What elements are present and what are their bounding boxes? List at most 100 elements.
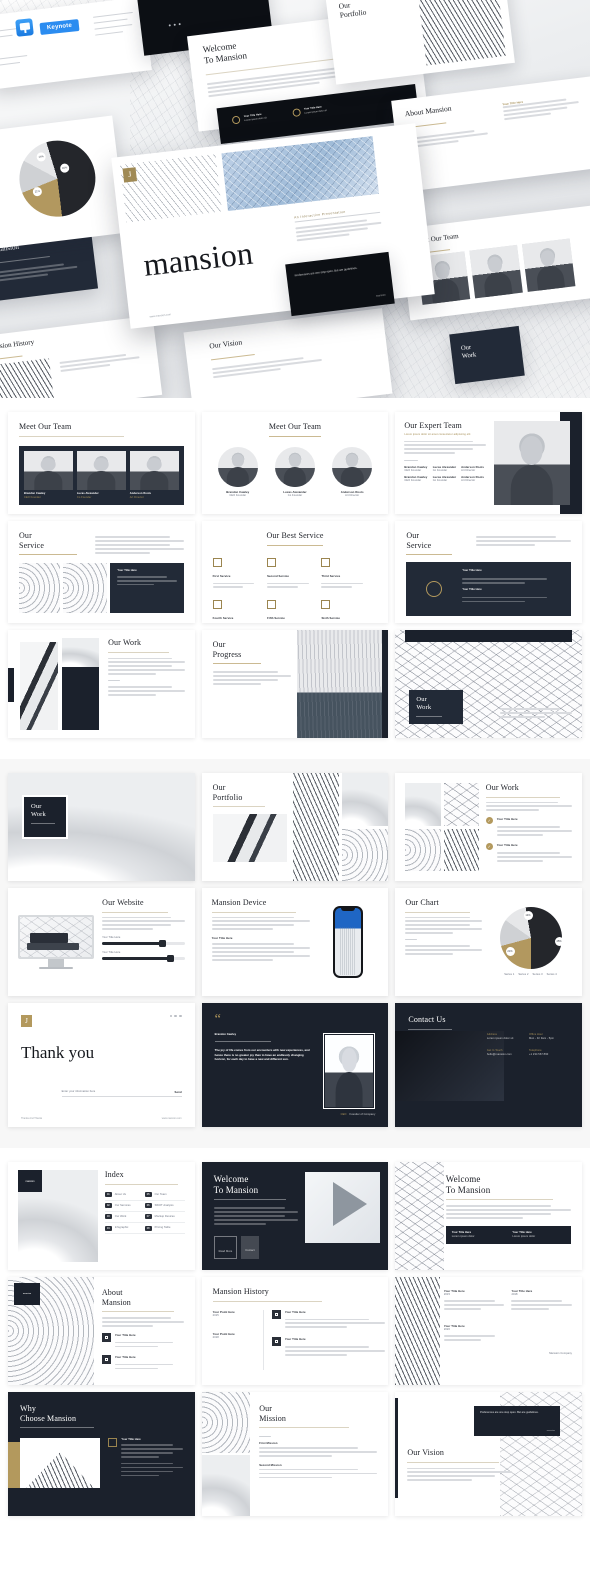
slide-our-best-service[interactable]: Our Best Service First Service Second Se… <box>201 521 389 623</box>
index-label[interactable]: Our Team <box>155 1193 167 1197</box>
section-index-about-vision: mansion Index 01 About Us 05 Our Team 02 Ou… <box>0 1148 590 1537</box>
download-icon <box>159 940 167 948</box>
slide-title: Our Vision <box>407 1448 444 1457</box>
slide-why-choose-mansion[interactable]: Why Choose Mansion Your Title Here <box>8 1392 195 1516</box>
slide-quote[interactable]: “ Brandon Cawley The joy of life comes f… <box>201 1003 389 1127</box>
button-label[interactable]: Read More <box>219 1250 233 1253</box>
slide-title: Our Work <box>485 783 519 792</box>
row-service: Our Service Your Title Here Our Best Ser… <box>8 521 583 623</box>
slide-meet-our-team-dark[interactable]: Meet Our Team Brandon Cawley CEO Founder… <box>8 412 195 514</box>
slide-title-line2: Service <box>406 540 432 550</box>
service-label: First Service <box>212 573 231 578</box>
house-icon <box>212 600 222 610</box>
slide-our-chart[interactable]: Our Chart 45% 21% 14% Series 1 Series 2 … <box>395 888 583 996</box>
index-label[interactable]: Pricing Table <box>155 1226 171 1230</box>
hero-work-l2: Work <box>461 351 477 361</box>
slide-title-line1: Our <box>406 531 420 540</box>
slide-title: Index <box>104 1170 124 1179</box>
service-label: Third Service <box>321 573 341 578</box>
send-button[interactable]: Send <box>175 1090 182 1094</box>
slide-our-work-checklist[interactable]: Our Work ✓ Your Title Here ✓ Your Title … <box>395 773 583 881</box>
entry-sub: 2015 <box>443 1293 450 1296</box>
slide-index[interactable]: mansion Index 01 About Us 05 Our Team 02 Ou… <box>8 1162 195 1270</box>
slide-our-mission[interactable]: Our Mission First Mission Second Mission <box>201 1392 389 1516</box>
hero-slide-our-work: Our Work <box>449 325 525 385</box>
hero-card-brand: mansion <box>375 293 386 298</box>
slide-title-line1: Our <box>31 803 42 810</box>
index-number: 02 <box>104 1203 112 1209</box>
slide-title: Meet Our Team <box>19 422 72 431</box>
row-work: Our Work Our Progress Our Work <box>8 630 583 738</box>
slide-our-work-cover[interactable]: Our Work <box>8 773 195 881</box>
credit-company: Founder of Company <box>349 1113 376 1116</box>
slide-our-portfolio[interactable]: Our Portfolio <box>201 773 389 881</box>
slide-title-line2: Portfolio <box>212 792 243 802</box>
slide-our-work-mesh[interactable]: Our Work <box>395 630 583 738</box>
card-text: Preferences are one stop open. But are g… <box>480 1411 539 1414</box>
slide-our-service-photos[interactable]: Our Service Your Title Here <box>8 521 195 623</box>
button-label[interactable]: Contact <box>245 1249 255 1252</box>
slide-title-line1: About <box>101 1288 123 1297</box>
crane-icon <box>267 557 277 567</box>
slide-title: Our Website <box>102 898 144 907</box>
hero-about-title: About Mansion <box>404 103 452 119</box>
slide-mansion-device[interactable]: Mansion Device Your Title Here <box>201 888 389 996</box>
menu-dots-icon[interactable] <box>169 1015 182 1018</box>
slide-title: Our Expert Team <box>404 421 462 430</box>
service-label: Fourth Service <box>212 616 234 621</box>
slide-about-mansion[interactable]: mansion About Mansion Your Title Here Yo… <box>8 1277 195 1385</box>
slide-thank-you[interactable]: J Thank you Enter your information here … <box>8 1003 195 1127</box>
index-label[interactable]: About Us <box>115 1193 126 1197</box>
contact-value: Mon - Fri 9am - 5pm <box>529 1037 555 1040</box>
row-thanks: J Thank you Enter your information here … <box>8 1003 583 1127</box>
pie-chart: 45% 21% 14% <box>499 907 564 969</box>
slide-contact-us[interactable]: Contact Us Address Lorem ipsum dolor sit … <box>395 1003 583 1127</box>
index-number: 06 <box>144 1203 152 1209</box>
index-number: 07 <box>144 1214 152 1220</box>
contact-value: hello@mansion.com <box>486 1053 512 1056</box>
bank-icon <box>212 557 222 567</box>
slide-our-website[interactable]: Our Website Your Title Here Your Title H… <box>8 888 195 996</box>
service-label: Sixth Service <box>321 616 341 621</box>
slide-subtitle: Lorem ipsum dolor sit amet consectetur a… <box>404 432 471 436</box>
slide-title-line1: Welcome <box>213 1174 249 1184</box>
field-label[interactable]: Enter your information here <box>62 1090 171 1094</box>
index-label[interactable]: SWOT Analysis <box>155 1204 174 1208</box>
slide-our-progress[interactable]: Our Progress <box>201 630 389 738</box>
slide-mansion-company[interactable]: Your Title Here 2015 Your Title Here 201… <box>395 1277 583 1385</box>
index-label[interactable]: Infographic <box>115 1226 129 1230</box>
slide-our-expert-team[interactable]: Our Expert Team Lorem ipsum dolor sit am… <box>395 412 583 514</box>
row-index: mansion Index 01 About Us 05 Our Team 02 Ou… <box>8 1162 583 1270</box>
check-icon: ✓ <box>485 817 493 825</box>
slide-title-line1: Our <box>212 783 226 792</box>
entry-sub: 2018 <box>212 1335 219 1339</box>
blueprint-icon <box>321 557 331 567</box>
slide-welcome-light[interactable]: Welcome To Mansion Your Title Here Lorem… <box>395 1162 583 1270</box>
index-label[interactable]: Our Services <box>115 1204 131 1208</box>
keynote-app-icon <box>15 18 34 37</box>
index-label[interactable]: Our Work <box>115 1215 127 1219</box>
slide-our-vision[interactable]: Preferences are one stop open. But are g… <box>395 1392 583 1516</box>
slide-title: Our Chart <box>405 898 439 907</box>
slide-mansion-history[interactable]: Mansion History Your Point Here 2015 You… <box>201 1277 389 1385</box>
item-label: Your Title Here <box>496 817 518 822</box>
slide-title-line2: To Mansion <box>445 1184 491 1195</box>
slide-our-service-dark[interactable]: Our Service Your Title Here Your Title H… <box>395 521 583 623</box>
hero-footer-note: www.mansion.com <box>149 313 172 319</box>
entry-label: Your Title Here <box>284 1337 306 1342</box>
hero-portfolio-l2: Portfolio <box>339 7 367 20</box>
slide-our-work-photos[interactable]: Our Work <box>8 630 195 738</box>
slide-title: Meet Our Team <box>268 422 322 431</box>
slide-meet-our-team-circles[interactable]: Meet Our Team Brandon Cawley CEO Founder… <box>201 412 389 514</box>
slide-welcome-dark[interactable]: Welcome To Mansion Read More Contact <box>201 1162 389 1270</box>
section-portfolio-chart-thanks: Our Work Our Portfolio Our Work ✓ Your T… <box>0 759 590 1148</box>
slide-title-line2: Work <box>31 811 46 818</box>
quote-text: The joy of life comes from our encounter… <box>214 1048 310 1062</box>
index-label[interactable]: Mockup Devices <box>155 1215 175 1219</box>
contact-value: +1 234 567 890 <box>529 1053 549 1056</box>
hero-title: mansion <box>141 234 255 283</box>
slide-title-line2: Work <box>416 704 432 711</box>
product-preview-page: Keynote Welcome To Mansion Your Title He… <box>0 0 590 1572</box>
index-number: 08 <box>144 1225 152 1231</box>
member-role: Art Director <box>345 493 360 497</box>
